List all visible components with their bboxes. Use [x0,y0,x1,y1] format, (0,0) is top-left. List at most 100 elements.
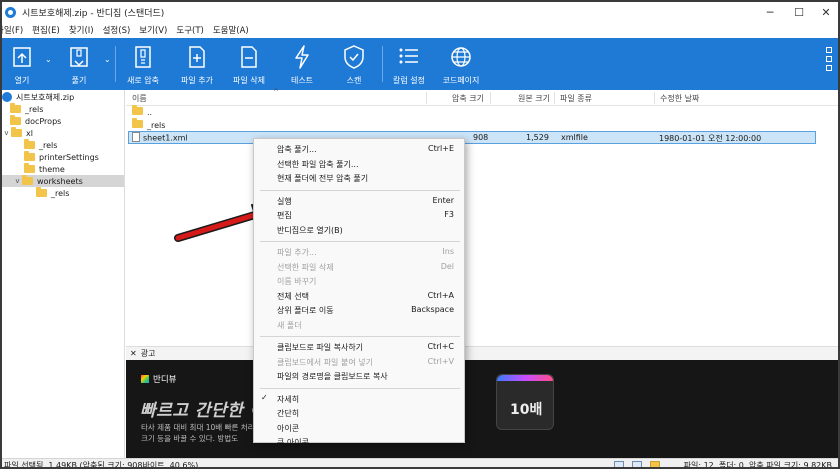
tree-item-xl-rels[interactable]: _rels [24,139,57,151]
folder-tree: 시트보호해제.zip _rels docProps v xl _rels pri… [2,90,125,459]
ad-close-icon[interactable]: ✕ [130,349,137,358]
delete-file-button[interactable]: 파일 삭제 [226,38,272,90]
menu-separator [260,189,460,191]
sort-ascending-icon: ^ [273,88,279,96]
context-menu-extract-here-item[interactable]: 현재 폴더에 전부 압축 풀기 [254,172,464,185]
menu-item-label: 선택한 파일 압축 풀기... [277,159,359,169]
context-menu-run-item[interactable]: 실행 Enter [254,195,464,208]
minimize-button[interactable]: ─ [756,2,784,22]
ad-banner[interactable]: 반디뷰 빠르고 간단한 이 타사 제품 대비 최대 10배 빠른 처리 크기 등… [126,360,838,458]
column-divider[interactable] [426,92,427,104]
tree-item-worksheets-rels[interactable]: _rels [36,187,69,199]
scan-button[interactable]: 스캔 [332,38,376,90]
context-menu-view-details-item[interactable]: ✓ 자세히 [254,393,464,406]
context-menu-view-large-icons-item[interactable]: 큰 아이콘 [254,436,464,449]
menu-view[interactable]: 보기(V) [139,24,167,36]
chevron-down-icon[interactable]: v [2,129,11,137]
maximize-button[interactable]: ☐ [785,2,813,22]
add-file-label: 파일 추가 [181,76,213,85]
column-original-size[interactable]: 원본 크기 [518,93,550,104]
status-selection: 파일 선택됨, 1.49KB (압축된 크기: 908바이트, 40.6%) [4,461,199,469]
column-divider[interactable] [654,92,655,104]
open-button[interactable]: 열기 [2,38,42,90]
new-archive-button[interactable]: 새로 압축 [120,38,166,90]
folder-view-icon[interactable] [650,461,660,467]
menu-bar: 파일(F) 편집(E) 찾기(I) 설정(S) 보기(V) 도구(T) 도움말(… [2,22,838,38]
ad-badge: 10배 [510,402,543,418]
open-dropdown-icon[interactable]: ⌄ [45,55,52,64]
menu-item-label: 압축 풀기... [277,145,317,154]
menu-help[interactable]: 도움말(A) [213,24,249,36]
delete-file-icon [241,46,257,68]
menu-item-shortcut: Ins [442,247,454,256]
column-settings-button[interactable]: 칼럼 설정 [386,38,432,90]
context-menu-delete-selected-item: 선택한 파일 삭제 Del [254,261,464,274]
menu-item-label: 파일 추가... [277,248,317,257]
globe-icon [451,47,471,67]
menu-find[interactable]: 찾기(I) [69,24,94,36]
test-label: 테스트 [290,76,314,85]
tree-item-rels[interactable]: _rels [10,103,43,115]
title-bar: 시트보호해제.zip - 반디집 (스탠더드) ─ ☐ ✕ [2,2,838,22]
column-modified-date[interactable]: 수정한 날짜 [660,93,699,104]
menu-item-shortcut: F3 [444,210,454,219]
context-menu-view-icons-item[interactable]: 아이콘 [254,422,464,435]
context-menu-copy-path-item[interactable]: 파일의 경로명을 클립보드로 복사 [254,370,464,383]
extract-label: 풀기 [71,76,87,85]
menu-separator [260,387,460,389]
ad-subtext: 타사 제품 대비 최대 10배 빠른 처리 크기 등을 바꿀 수 있다. 방법도 [141,422,261,444]
close-button[interactable]: ✕ [812,2,838,22]
menu-file[interactable]: 파일(F) [2,24,23,36]
menu-edit[interactable]: 편집(E) [32,24,60,36]
tree-item-theme[interactable]: theme [24,163,65,175]
context-menu-extract-item[interactable]: 압축 풀기... Ctrl+E [254,143,464,156]
tree-item-label: xl [26,128,33,138]
context-menu-new-folder-item: 새 폴더 [254,319,464,332]
list-row-parent[interactable]: .. [128,105,816,119]
menu-item-label: 클립보드로 파일 복사하기 [277,343,364,352]
tree-item-label: theme [39,164,65,174]
tree-item-label: _rels [39,140,58,150]
window-title: 시트보호해제.zip - 반디집 (스탠더드) [22,8,165,19]
test-button[interactable]: 테스트 [280,38,324,90]
column-name[interactable]: 이름 [132,93,147,104]
tree-item-worksheets[interactable]: v worksheets [2,175,124,187]
codepage-button[interactable]: 코드페이지 [438,38,484,90]
tree-item-xl[interactable]: v xl [2,127,33,139]
tree-item-printersettings[interactable]: printerSettings [24,151,99,163]
extract-button[interactable]: 풀기 [59,38,99,90]
context-menu-copy-to-clipboard-item[interactable]: 클립보드로 파일 복사하기 Ctrl+C [254,341,464,354]
extract-dropdown-icon[interactable]: ⌄ [104,55,111,64]
details-view-icon[interactable] [614,461,624,467]
toolbar-side-buttons[interactable] [824,44,834,84]
context-menu-open-with-bandizip-item[interactable]: 반디집으로 열기(B) [254,224,464,237]
chevron-down-icon[interactable]: v [13,177,22,185]
list-header: 이름 ^ 압축 크기 원본 크기 파일 종류 수정한 날짜 [126,88,838,106]
context-menu-extract-selected-item[interactable]: 선택한 파일 압축 풀기... [254,158,464,171]
column-file-type[interactable]: 파일 종류 [560,93,592,104]
new-archive-label: 새로 압축 [127,76,159,85]
context-menu-edit-item[interactable]: 편집 F3 [254,209,464,222]
list-row-sheet1[interactable]: sheet1.xml 908 1,529 xmlfile 1980-01-01 … [128,131,816,144]
context-menu-parent-folder-item[interactable]: 상위 폴더로 이동 Backspace [254,304,464,317]
context-menu-select-all-item[interactable]: 전체 선택 Ctrl+A [254,290,464,303]
tree-item-archive[interactable]: 시트보호해제.zip [2,91,74,103]
menu-tools[interactable]: 도구(T) [176,24,203,36]
column-divider[interactable] [554,92,555,104]
context-menu-view-simple-item[interactable]: 간단히 [254,407,464,420]
column-divider[interactable] [490,92,491,104]
tree-item-docprops[interactable]: docProps [10,115,61,127]
column-packed-size[interactable]: 압축 크기 [452,93,484,104]
menu-separator [260,241,460,242]
list-view-icon[interactable] [632,461,642,467]
arrow-shaft-fill [175,211,261,241]
status-bar: 파일 선택됨, 1.49KB (압축된 크기: 908바이트, 40.6%) 파… [2,458,838,469]
ad-badge-card: 10배 [496,374,554,430]
folder-icon [11,127,22,137]
add-file-button[interactable]: 파일 추가 [174,38,220,90]
delete-file-label: 파일 삭제 [233,76,265,85]
ad-header: ✕ 광고 [126,346,838,360]
folder-icon [132,118,143,128]
menu-item-shortcut: Ctrl+V [427,356,454,366]
menu-settings[interactable]: 설정(S) [103,24,131,36]
